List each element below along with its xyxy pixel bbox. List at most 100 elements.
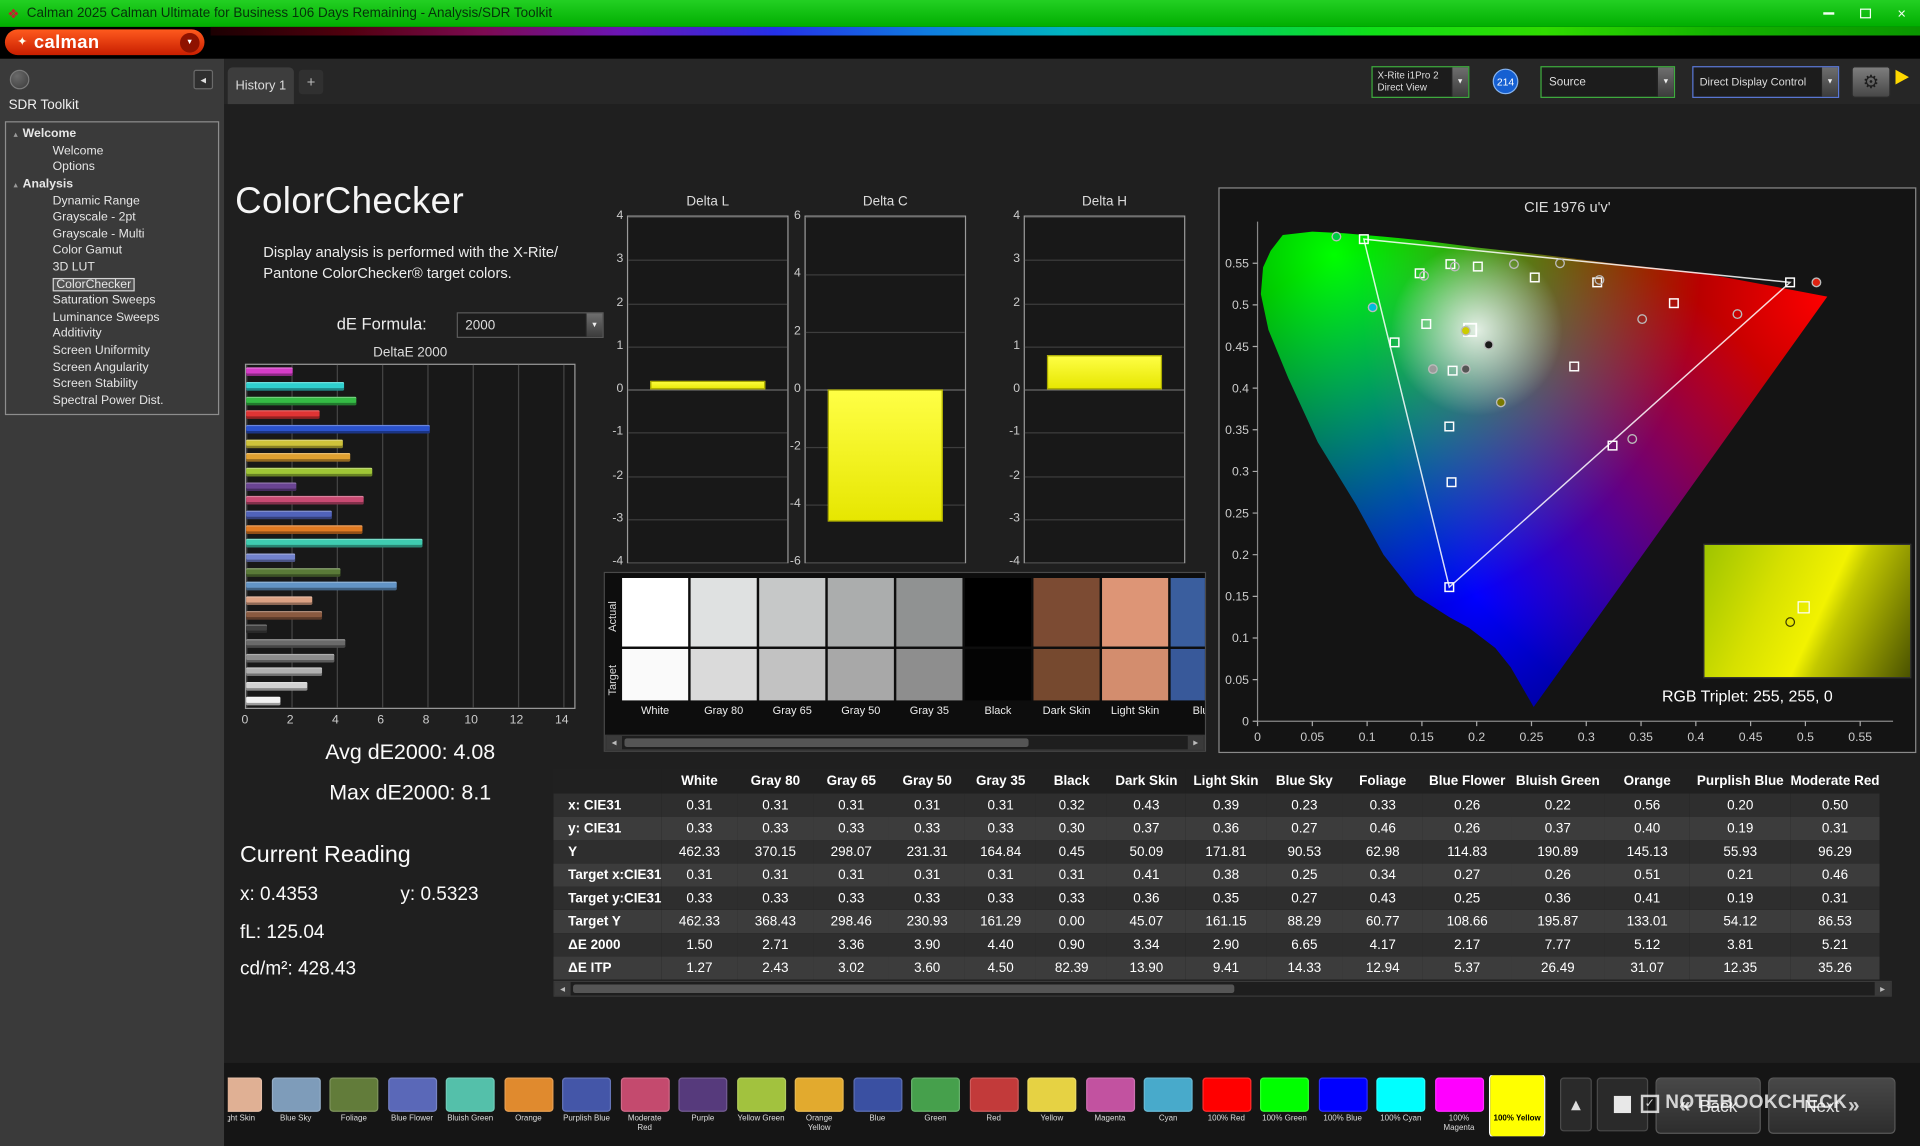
patch-button-magenta[interactable]: Magenta xyxy=(1083,1075,1137,1136)
patch-button-blue-sky[interactable]: Blue Sky xyxy=(269,1075,323,1136)
minimize-button[interactable] xyxy=(1810,0,1847,27)
patch-button-yellow-green[interactable]: Yellow Green xyxy=(734,1075,788,1136)
patch-button-100-cyan[interactable]: 100% Cyan xyxy=(1374,1075,1428,1136)
workflow-tree: ▴WelcomeWelcomeOptions ▴AnalysisDynamic R… xyxy=(5,121,219,415)
cell-value: 26.49 xyxy=(1511,956,1604,979)
patch-button-cyan[interactable]: Cyan xyxy=(1141,1075,1195,1136)
row-label: y: CIE31 xyxy=(553,817,661,840)
cell-value: 0.31 xyxy=(813,793,889,816)
sidebar-item-colorchecker[interactable]: ColorChecker xyxy=(6,276,218,293)
table-row: Target Y462.33368.43298.46230.93161.290.… xyxy=(553,910,1879,933)
bar-blue xyxy=(246,425,429,434)
chevron-down-icon[interactable]: ▼ xyxy=(1821,67,1838,96)
sidebar-item-label: Options xyxy=(53,161,95,174)
sidebar-item-spectral-power-dist[interactable]: Spectral Power Dist. xyxy=(6,392,218,409)
display-control-dropdown[interactable]: Direct Display Control ▼ xyxy=(1692,66,1839,98)
workflow-button[interactable] xyxy=(10,70,30,90)
patch-button-purple[interactable]: Purple xyxy=(676,1075,730,1136)
logo-menu-arrow-icon[interactable]: ▼ xyxy=(180,32,200,52)
patch-button-100-magenta[interactable]: 100% Magenta xyxy=(1432,1075,1486,1136)
sidebar-item-grayscale-multi[interactable]: Grayscale - Multi xyxy=(6,226,218,243)
tree-expand-icon[interactable]: ▴ xyxy=(13,179,17,189)
target-swatch xyxy=(1033,649,1099,700)
patch-label: Dark Skin xyxy=(1033,704,1099,716)
sidebar-item-luminance-sweeps[interactable]: Luminance Sweeps xyxy=(6,309,218,326)
stop-measure-button[interactable] xyxy=(1597,1078,1648,1132)
bar-purple xyxy=(246,482,296,491)
sidebar-item-dynamic-range[interactable]: Dynamic Range xyxy=(6,193,218,210)
sidebar-item-grayscale-2pt[interactable]: Grayscale - 2pt xyxy=(6,209,218,226)
axis-tick-label: 4 xyxy=(999,209,1020,222)
patch-button-100-yellow[interactable]: 100% Yellow xyxy=(1490,1075,1544,1136)
patch-button-red[interactable]: Red xyxy=(967,1075,1021,1136)
sidebar-collapse-button[interactable]: ◂ xyxy=(193,70,213,90)
cell-value: 86.53 xyxy=(1790,910,1879,933)
patch-button-100-red[interactable]: 100% Red xyxy=(1199,1075,1253,1136)
axis-tick-label: 6 xyxy=(780,209,801,222)
patch-button-light-skin[interactable]: Light Skin xyxy=(228,1075,265,1136)
patch-button-100-green[interactable]: 100% Green xyxy=(1258,1075,1312,1136)
sidebar-item-screen-uniformity[interactable]: Screen Uniformity xyxy=(6,343,218,360)
add-tab-button[interactable]: + xyxy=(299,70,323,94)
patch-button-yellow[interactable]: Yellow xyxy=(1025,1075,1079,1136)
chevron-down-icon[interactable]: ▼ xyxy=(585,313,602,336)
tree-expand-icon[interactable]: ▴ xyxy=(13,130,17,140)
chevron-down-icon[interactable]: ▼ xyxy=(1657,67,1674,96)
next-button[interactable]: Next » xyxy=(1768,1078,1895,1134)
patch-button-green[interactable]: Green xyxy=(909,1075,963,1136)
cell-value: 230.93 xyxy=(889,910,965,933)
close-button[interactable]: × xyxy=(1883,0,1920,27)
sidebar: ◂ SDR Toolkit ▴WelcomeWelcomeOptions▴Ana… xyxy=(0,59,224,1146)
sidebar-item-color-gamut[interactable]: Color Gamut xyxy=(6,243,218,260)
inset-target-marker xyxy=(1798,601,1810,613)
patch-button-moderate-red[interactable]: Moderate Red xyxy=(618,1075,672,1136)
scroll-left-icon[interactable]: ◂ xyxy=(555,982,571,995)
scrollbar-thumb[interactable] xyxy=(573,984,1234,993)
cell-value: 3.81 xyxy=(1690,933,1790,956)
table-scrollbar[interactable]: ◂ ▸ xyxy=(553,981,1891,997)
patch-button-100-blue[interactable]: 100% Blue xyxy=(1316,1075,1370,1136)
sidebar-item-screen-stability[interactable]: Screen Stability xyxy=(6,376,218,393)
patch-column-gray-80: Gray 80 xyxy=(691,578,757,732)
calman-logo[interactable]: ✦ calman ▼ xyxy=(5,29,205,55)
patch-button-purplish-blue[interactable]: Purplish Blue xyxy=(560,1075,614,1136)
patch-button-orange-yellow[interactable]: Orange Yellow xyxy=(792,1075,846,1136)
sidebar-item-analysis[interactable]: ▴Analysis xyxy=(6,176,218,193)
gridline xyxy=(1025,260,1184,261)
settings-button[interactable]: ⚙ xyxy=(1851,66,1890,98)
sidebar-item-additivity[interactable]: Additivity xyxy=(6,326,218,343)
cell-value: 2.43 xyxy=(737,956,813,979)
patch-button-blue[interactable]: Blue xyxy=(850,1075,904,1136)
source-dropdown[interactable]: Source ▼ xyxy=(1540,66,1675,98)
meter-dropdown[interactable]: X-Rite i1Pro 2 Direct View ▼ xyxy=(1371,66,1469,98)
scroll-left-icon[interactable]: ◂ xyxy=(606,736,622,749)
chevron-down-icon[interactable]: ▼ xyxy=(1451,67,1468,96)
patch-strip-scrollbar[interactable]: ◂ ▸ xyxy=(605,735,1205,751)
sidebar-item-3d-lut[interactable]: 3D LUT xyxy=(6,259,218,276)
patch-button-bluish-green[interactable]: Bluish Green xyxy=(443,1075,497,1136)
cell-value: 35.26 xyxy=(1790,956,1879,979)
patch-label: Gray 80 xyxy=(691,704,757,716)
axis-tick-label: -2 xyxy=(999,468,1020,481)
sidebar-item-screen-angularity[interactable]: Screen Angularity xyxy=(6,359,218,376)
patch-button-foliage[interactable]: Foliage xyxy=(327,1075,381,1136)
de-formula-dropdown[interactable]: 2000 ▼ xyxy=(457,312,604,338)
tab-history-1[interactable]: History 1 xyxy=(228,67,294,104)
sidebar-item-saturation-sweeps[interactable]: Saturation Sweeps xyxy=(6,293,218,310)
patch-button-orange[interactable]: Orange xyxy=(501,1075,555,1136)
patch-button-blue-flower[interactable]: Blue Flower xyxy=(385,1075,439,1136)
scroll-right-icon[interactable]: ▸ xyxy=(1188,736,1204,749)
strip-expand-button[interactable]: ▴ xyxy=(1560,1078,1592,1132)
sidebar-item-welcome[interactable]: Welcome xyxy=(6,143,218,160)
target-swatch xyxy=(1102,649,1168,700)
gridline xyxy=(628,303,787,304)
scrollbar-thumb[interactable] xyxy=(624,738,1028,747)
cell-value: 1.50 xyxy=(661,933,737,956)
chevron-right-icon: » xyxy=(1848,1093,1860,1117)
maximize-button[interactable] xyxy=(1847,0,1884,27)
axis-tick-label: 0.1 xyxy=(1359,730,1376,744)
sidebar-item-welcome[interactable]: ▴Welcome xyxy=(6,126,218,143)
back-button[interactable]: « Back xyxy=(1656,1078,1761,1134)
sidebar-item-options[interactable]: Options xyxy=(6,159,218,176)
scroll-right-icon[interactable]: ▸ xyxy=(1875,982,1891,995)
